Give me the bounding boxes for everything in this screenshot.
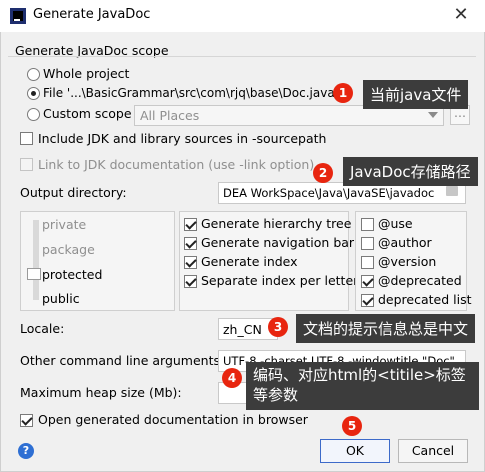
separate-index-checkbox[interactable] (184, 275, 197, 288)
annotation-badge-5: 5 (342, 416, 362, 436)
annotation-badge-2: 2 (313, 163, 333, 183)
open-browser-checkbox[interactable] (20, 414, 33, 427)
annotation-badge-3: 3 (268, 317, 288, 337)
annotation-badge-1: 1 (333, 83, 353, 103)
chevron-down-icon (428, 112, 438, 118)
visibility-slider-track[interactable] (33, 220, 39, 300)
annotation-tip-4: 编码、对应html的<titile>标签 等参数 (246, 362, 479, 410)
custom-scope-value: All Places (140, 108, 200, 123)
visibility-slider-thumb[interactable] (27, 268, 41, 280)
open-browser-label: Open generated documentation in browser (38, 412, 308, 427)
heap-size-label: Maximum heap size (Mb): (20, 385, 182, 400)
deprecated-list-checkbox[interactable] (361, 294, 374, 307)
author-tag-checkbox[interactable] (361, 237, 374, 250)
visibility-public[interactable]: public (42, 291, 80, 306)
ok-button[interactable]: OK (320, 439, 390, 463)
folder-icon[interactable] (446, 186, 458, 196)
deprecated-tag-label: @deprecated (378, 273, 462, 288)
author-tag-label: @author (378, 235, 432, 250)
other-args-label: Other command line arguments: (20, 353, 225, 368)
whole-project-label: Whole project (43, 66, 130, 81)
link-jdk-checkbox[interactable] (20, 158, 33, 171)
custom-scope-radio[interactable] (27, 108, 40, 121)
index-checkbox[interactable] (184, 256, 197, 269)
annotation-tip-1: 当前java文件 (363, 80, 469, 109)
output-directory-value: DEA WorkSpace\Java\JavaSE\javadoc (223, 186, 435, 200)
file-label: File '...\BasicGrammar\src\com\rjq\base\… (43, 86, 338, 100)
deprecated-tag-checkbox[interactable] (361, 275, 374, 288)
annotation-tip-2: JavaDoc存储路径 (343, 157, 478, 186)
link-jdk-label: Link to JDK documentation (use -link opt… (38, 157, 315, 172)
version-tag-checkbox[interactable] (361, 256, 374, 269)
annotation-badge-4: 4 (222, 368, 242, 388)
locale-value: zh_CN (223, 322, 262, 337)
visibility-protected[interactable]: protected (42, 267, 102, 282)
hierarchy-tree-checkbox[interactable] (184, 218, 197, 231)
close-icon[interactable]: ✕ (451, 4, 471, 26)
intellij-app-icon (10, 8, 26, 24)
whole-project-radio[interactable] (27, 68, 40, 81)
use-tag-label: @use (378, 216, 413, 231)
use-tag-checkbox[interactable] (361, 218, 374, 231)
file-radio[interactable] (27, 87, 40, 100)
navigation-bar-checkbox[interactable] (184, 237, 197, 250)
deprecated-list-label: deprecated list (378, 292, 472, 307)
output-directory-label: Output directory: (20, 185, 127, 200)
window-title: Generate JavaDoc (33, 7, 151, 22)
custom-scope-label: Custom scope (43, 106, 132, 121)
navigation-bar-label: Generate navigation bar (201, 235, 355, 250)
hierarchy-tree-label: Generate hierarchy tree (201, 216, 352, 231)
title-bar: Generate JavaDoc ✕ (0, 0, 485, 32)
version-tag-label: @version (378, 254, 437, 269)
include-jdk-label: Include JDK and library sources in -sour… (38, 131, 327, 146)
visibility-private[interactable]: private (42, 217, 86, 232)
visibility-package[interactable]: package (42, 242, 95, 257)
locale-label: Locale: (20, 321, 65, 336)
cancel-button[interactable]: Cancel (398, 439, 468, 463)
separate-index-label: Separate index per letter (201, 273, 359, 288)
annotation-tip-3: 文档的提示信息总是中文 (296, 314, 476, 343)
include-jdk-checkbox[interactable] (20, 132, 33, 145)
help-icon[interactable]: ? (18, 443, 34, 459)
index-label: Generate index (201, 254, 298, 269)
